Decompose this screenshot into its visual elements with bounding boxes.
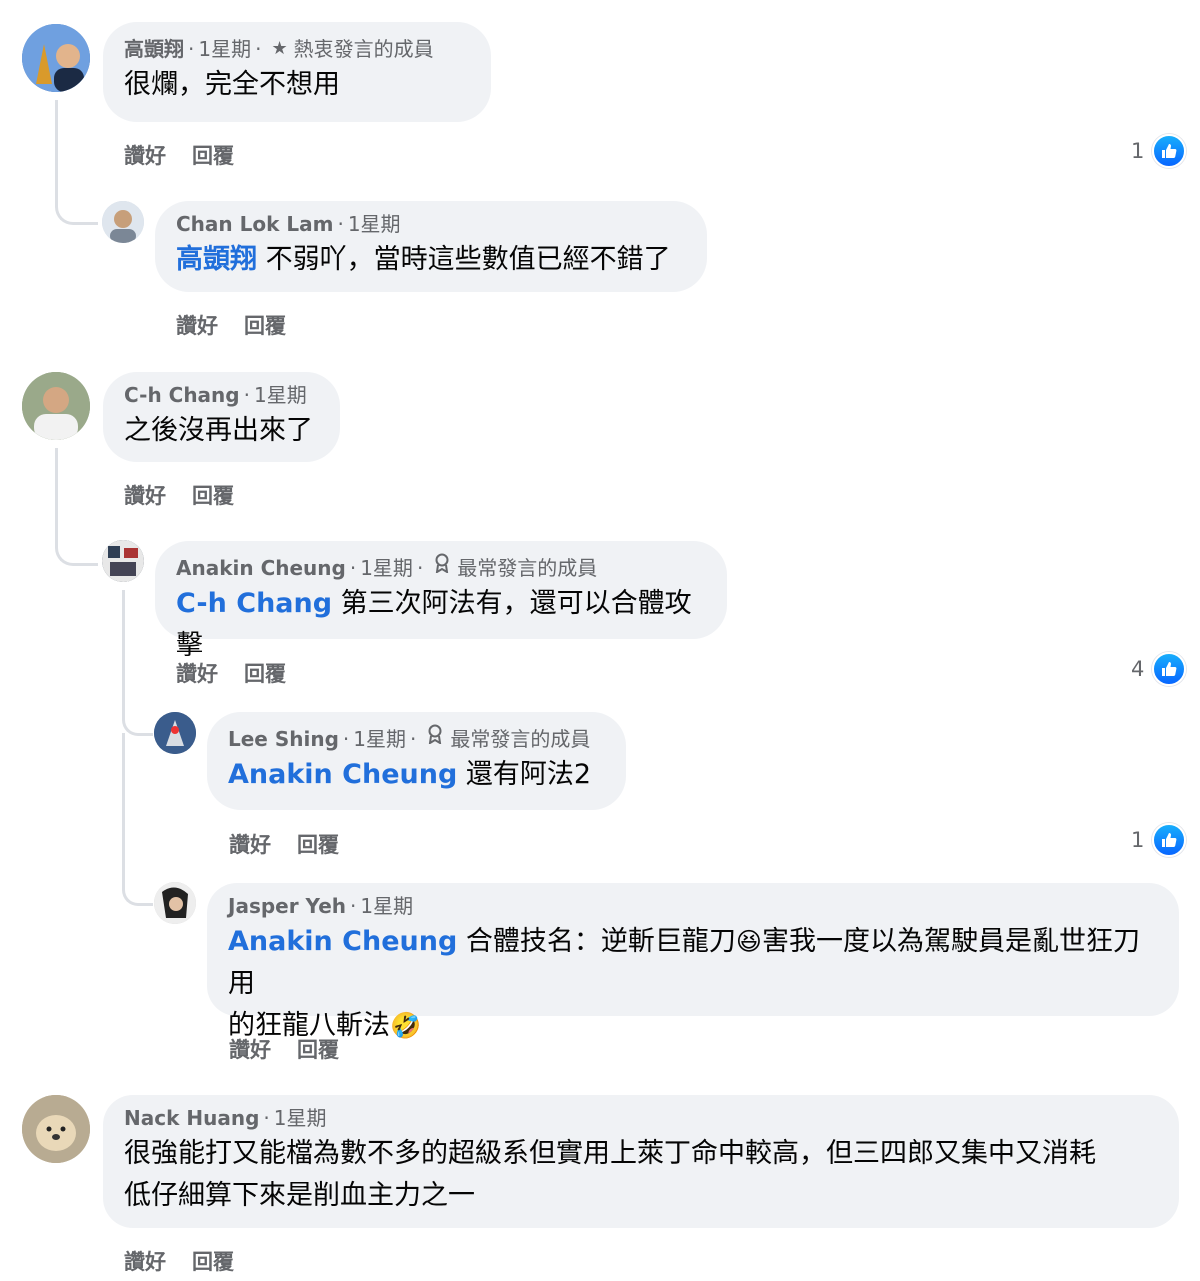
reaction-number: 1 (1131, 139, 1145, 163)
comment-actions: 讚好 回覆 (176, 658, 312, 688)
comment-text: Anakin Cheung 合體技名：逆斬巨龍刀😆害我一度以為駕駛員是亂世狂刀用… (228, 921, 1159, 1047)
comment-time[interactable]: 1星期 (198, 34, 251, 64)
reply-button[interactable]: 回覆 (244, 314, 286, 338)
comment-author[interactable]: 高顗翔 (124, 34, 184, 64)
reaction-number: 1 (1131, 828, 1145, 852)
comment-text: 很強能打又能檔為數不多的超級系但實用上萊丁命中較高，但三四郎又集中又消耗 低仔細… (124, 1133, 1159, 1217)
comment-bubble: Jasper Yeh · 1星期 Anakin Cheung 合體技名：逆斬巨龍… (207, 883, 1179, 1041)
comment-text-body: 低仔細算下來是削血主力之一 (124, 1180, 475, 1211)
avatar[interactable] (22, 1095, 90, 1163)
reaction-count[interactable]: 4 (1131, 652, 1187, 686)
comment-author[interactable]: Chan Lok Lam (176, 209, 333, 239)
member-badge: 最常發言的成員 (450, 727, 591, 751)
like-button[interactable]: 讚好 (176, 314, 218, 338)
comment-actions: 讚好 回覆 (124, 1246, 260, 1276)
comment-text-body: 不弱吖，當時這些數值已經不錯了 (265, 244, 671, 275)
like-button[interactable]: 讚好 (229, 1038, 271, 1062)
avatar[interactable] (22, 24, 90, 92)
comment-actions: 讚好 回覆 (124, 140, 260, 170)
comment-time[interactable]: 1星期 (348, 209, 401, 239)
comment-bubble: Anakin Cheung · 1星期 · 最常發言的成員 C-h Chang … (155, 541, 727, 661)
like-button[interactable]: 讚好 (124, 484, 166, 508)
thread-line (122, 733, 153, 906)
separator: · (255, 37, 262, 61)
like-button[interactable]: 讚好 (124, 1250, 166, 1274)
comment-time[interactable]: 1星期 (360, 553, 413, 583)
comment-actions: 讚好 回覆 (176, 310, 312, 340)
avatar[interactable] (102, 201, 144, 243)
comment-time[interactable]: 1星期 (274, 1103, 327, 1133)
separator: · (337, 212, 344, 236)
separator: · (349, 556, 357, 580)
reply-button[interactable]: 回覆 (297, 833, 339, 857)
comment-bubble: C-h Chang · 1星期 之後沒再出來了 (103, 372, 340, 462)
award-icon (426, 724, 444, 754)
comment-bubble: Nack Huang · 1星期 很強能打又能檔為數不多的超級系但實用上萊丁命中… (103, 1095, 1179, 1228)
thread-line (55, 100, 98, 225)
separator: · (342, 727, 350, 751)
like-button[interactable]: 讚好 (229, 833, 271, 857)
separator: · (188, 37, 195, 61)
comment-bubble: Lee Shing · 1星期 · 最常發言的成員 Anakin Cheung … (207, 712, 626, 810)
like-icon (1152, 652, 1187, 686)
comment-time[interactable]: 1星期 (254, 380, 307, 410)
comment-text: 很爛，完全不想用 (124, 69, 340, 100)
reply-button[interactable]: 回覆 (192, 484, 234, 508)
mention-link[interactable]: Anakin Cheung (228, 926, 457, 957)
reaction-count[interactable]: 1 (1131, 823, 1187, 857)
comment-time[interactable]: 1星期 (353, 724, 406, 754)
mention-link[interactable]: C-h Chang (176, 588, 332, 619)
avatar[interactable] (154, 712, 196, 754)
comment-bubble: 高顗翔 · 1星期 · ★ 熱衷發言的成員 很爛，完全不想用 (103, 22, 491, 122)
reaction-number: 4 (1131, 657, 1145, 681)
comment-author[interactable]: Lee Shing (228, 724, 339, 754)
comment-text: Anakin Cheung 還有阿法2 (228, 754, 606, 796)
comment-actions: 讚好 回覆 (229, 1034, 365, 1064)
reaction-count[interactable]: 1 (1131, 134, 1187, 168)
mention-link[interactable]: 高顗翔 (176, 244, 257, 275)
comment-text-body: 還有阿法2 (465, 759, 592, 790)
award-icon (433, 553, 451, 583)
comment-bubble: Chan Lok Lam · 1星期 高顗翔 不弱吖，當時這些數值已經不錯了 (155, 201, 707, 292)
comment-text-body: 很強能打又能檔為數不多的超級系但實用上萊丁命中較高，但三四郎又集中又消耗 (124, 1138, 1096, 1169)
like-icon (1152, 823, 1187, 857)
separator: · (243, 383, 250, 407)
avatar[interactable] (154, 882, 196, 924)
comment-author[interactable]: Anakin Cheung (176, 553, 346, 583)
thread-line (122, 590, 153, 736)
like-button[interactable]: 讚好 (176, 662, 218, 686)
mention-link[interactable]: Anakin Cheung (228, 759, 457, 790)
member-badge: 熱衷發言的成員 (293, 37, 434, 61)
thread-line (55, 448, 98, 566)
rofl-emoji: 🤣 (390, 1011, 422, 1040)
comment-author[interactable]: Jasper Yeh (228, 891, 346, 921)
reply-button[interactable]: 回覆 (192, 1250, 234, 1274)
separator: · (416, 556, 424, 580)
grinning-squint-emoji: 😆 (735, 927, 762, 956)
comment-text: 高顗翔 不弱吖，當時這些數值已經不錯了 (176, 239, 687, 281)
avatar[interactable] (102, 540, 144, 582)
like-button[interactable]: 讚好 (124, 144, 166, 168)
comment-author[interactable]: C-h Chang (124, 380, 240, 410)
member-badge: 最常發言的成員 (457, 556, 598, 580)
comment-text: C-h Chang 第三次阿法有，還可以合體攻擊 (176, 583, 707, 667)
reply-button[interactable]: 回覆 (297, 1038, 339, 1062)
like-icon (1152, 134, 1187, 168)
separator: · (263, 1106, 270, 1130)
reply-button[interactable]: 回覆 (192, 144, 234, 168)
separator: · (350, 894, 357, 918)
avatar[interactable] (22, 372, 90, 440)
comment-text-body: 合體技名：逆斬巨龍刀 (465, 926, 736, 957)
star-icon: ★ (271, 38, 288, 59)
reply-button[interactable]: 回覆 (244, 662, 286, 686)
comment-actions: 讚好 回覆 (124, 480, 260, 510)
separator: · (409, 727, 417, 751)
comment-text: 之後沒再出來了 (124, 415, 313, 446)
comment-author[interactable]: Nack Huang (124, 1103, 259, 1133)
comment-actions: 讚好 回覆 (229, 829, 365, 859)
comment-time[interactable]: 1星期 (360, 891, 413, 921)
